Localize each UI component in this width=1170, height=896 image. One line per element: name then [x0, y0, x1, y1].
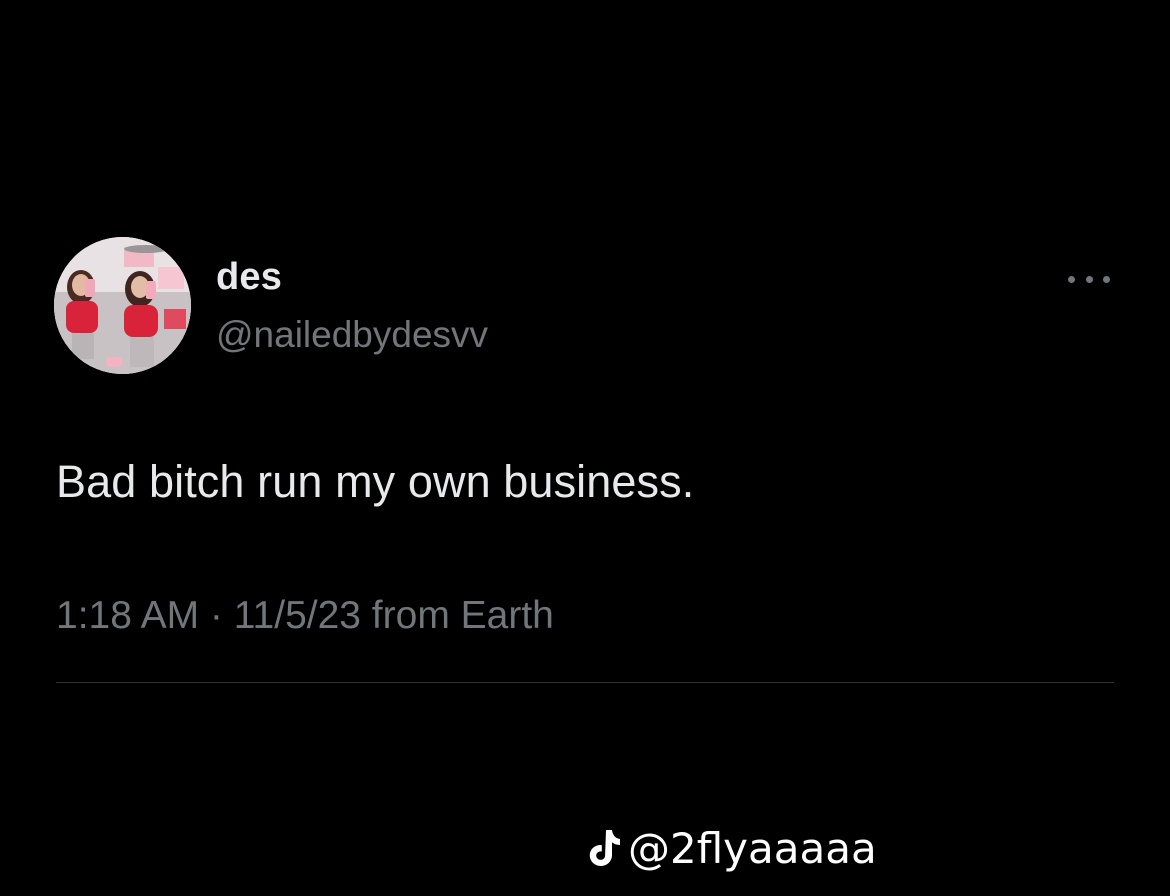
more-options-button[interactable] [1066, 264, 1112, 294]
more-horizontal-icon [1068, 275, 1075, 283]
user-handle[interactable]: @nailedbydesvv [216, 314, 488, 356]
more-dot [1103, 275, 1110, 283]
tweet-timestamp[interactable]: 1:18 AM · 11/5/23 from Earth [56, 594, 554, 638]
avatar-photo [54, 237, 191, 374]
tweet-card: des @nailedbydesvv Bad bitch run my own … [0, 0, 1170, 896]
watermark-handle: @2flyaaaaa [628, 823, 877, 873]
divider [56, 682, 1114, 683]
tweet-text: Bad bitch run my own business. [56, 456, 695, 507]
tiktok-watermark: @2flyaaaaa [586, 818, 877, 878]
more-dot [1085, 275, 1093, 283]
avatar[interactable] [54, 237, 191, 374]
tiktok-icon [589, 830, 620, 866]
display-name[interactable]: des [216, 256, 282, 299]
